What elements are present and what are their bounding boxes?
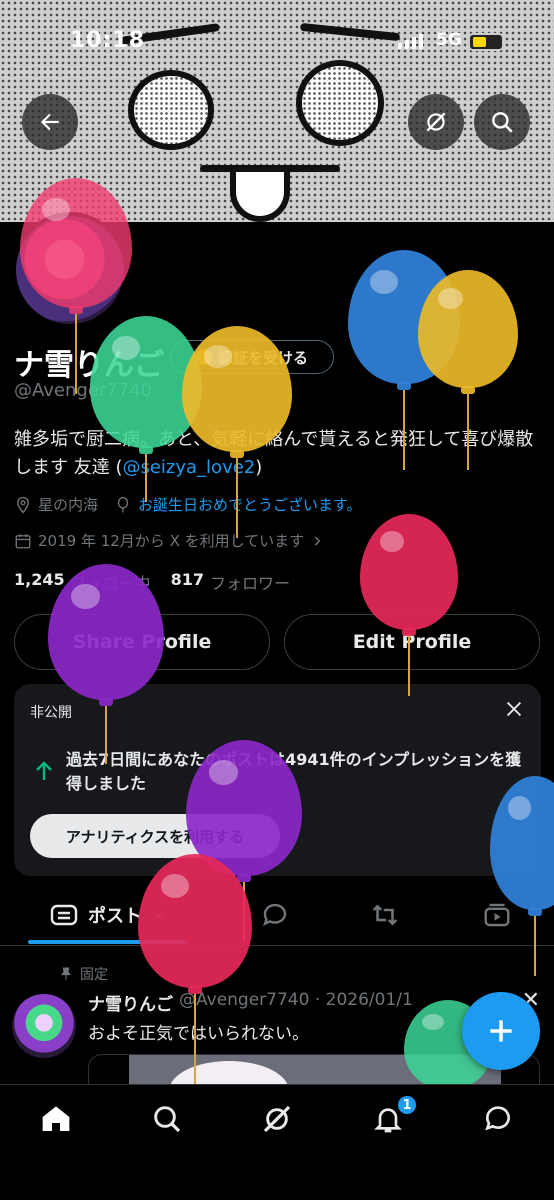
balloon	[138, 854, 252, 1090]
nav-search[interactable]	[147, 1099, 187, 1139]
plus-icon	[490, 1020, 512, 1042]
banner-art-mouth	[200, 165, 340, 172]
close-icon	[506, 701, 522, 717]
battery-icon	[468, 33, 504, 51]
tab-posts-label: ポスト	[88, 906, 142, 927]
grok-icon	[426, 112, 446, 132]
balloon	[48, 564, 164, 770]
nav-grok[interactable]	[257, 1099, 297, 1139]
status-time: 10:18	[70, 28, 146, 53]
banner-art-tongue	[230, 172, 290, 222]
profile-location: 星の内海	[38, 496, 99, 514]
messages-icon	[485, 1106, 510, 1131]
compose-button[interactable]	[462, 992, 540, 1070]
notifications-badge: 1	[396, 1094, 418, 1116]
pinned-indicator: 固定	[58, 964, 108, 984]
search-button[interactable]	[474, 94, 530, 150]
post-avatar[interactable]	[12, 994, 76, 1058]
pinned-label: 固定	[80, 967, 108, 983]
balloon	[360, 514, 458, 702]
pin-icon	[61, 967, 71, 980]
followers-count[interactable]: 817	[171, 570, 204, 594]
search-icon	[492, 112, 513, 133]
retweet-icon	[372, 904, 398, 926]
location-pin-icon	[17, 496, 29, 514]
tab-reposts[interactable]	[360, 884, 410, 946]
balloon	[490, 776, 554, 982]
back-arrow-icon	[40, 113, 59, 131]
status-bar: 10:18 5G	[0, 0, 554, 80]
nav-messages[interactable]	[478, 1099, 518, 1139]
nav-home[interactable]	[36, 1099, 76, 1139]
followers-label[interactable]: フォロワー	[210, 570, 290, 594]
bottom-nav	[0, 1084, 554, 1200]
signal-icon	[398, 34, 423, 49]
chevron-right-icon	[314, 535, 321, 546]
network-label: 5G	[436, 30, 462, 50]
grok-button[interactable]	[408, 94, 464, 150]
posts-tab-icon	[50, 904, 78, 926]
balloon	[182, 326, 292, 544]
home-icon	[42, 1106, 70, 1131]
grok-icon	[263, 1105, 291, 1133]
search-icon	[154, 1106, 181, 1133]
banner-art-eye-left	[128, 70, 214, 150]
back-button[interactable]	[22, 94, 78, 150]
balloon	[418, 270, 518, 476]
close-card-button[interactable]	[503, 698, 525, 724]
calendar-icon	[15, 533, 31, 548]
